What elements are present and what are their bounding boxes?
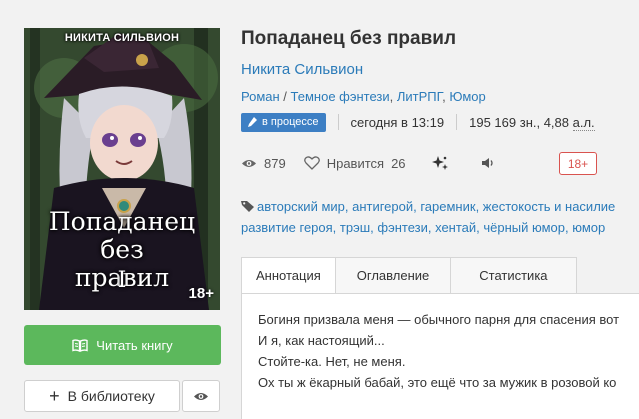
- tag-line-1[interactable]: авторский мир, антигерой, гаремник, жест…: [241, 196, 639, 217]
- plus-icon: +: [49, 386, 60, 406]
- annotation-text: Богиня призвала меня — обычного парня дл…: [258, 309, 639, 393]
- views-count: 879: [264, 155, 286, 171]
- updated-time: сегодня в 13:19: [350, 114, 445, 130]
- sparkle-icon: [431, 156, 448, 170]
- tags-text-1[interactable]: авторский мир, антигерой, гаремник, жест…: [257, 199, 615, 214]
- annotation-line: Стойте-ка. Нет, не меня.: [258, 354, 406, 369]
- cover-title-line1: Попаданец без: [48, 207, 196, 264]
- read-book-button[interactable]: Читать книгу: [24, 325, 221, 365]
- like-button[interactable]: Нравится 26: [303, 155, 406, 171]
- book-open-icon: [72, 338, 88, 352]
- status-badge: в процессе: [241, 112, 326, 132]
- tag-line-2[interactable]: развитие героя, трэш, фэнтези, хентай, ч…: [241, 217, 639, 238]
- tab-contents[interactable]: Оглавление: [335, 257, 452, 294]
- genre-link[interactable]: Роман: [241, 89, 280, 104]
- annotation-line: Богиня призвала меня — обычного парня дл…: [258, 312, 620, 327]
- age-rating-badge: 18+: [559, 152, 597, 175]
- watch-button[interactable]: [182, 380, 220, 412]
- speaker-icon: [481, 158, 493, 168]
- award-button[interactable]: [431, 155, 448, 171]
- likes-label: Нравится: [326, 155, 385, 171]
- pencil-icon: [248, 116, 257, 127]
- book-cover[interactable]: НИКИТА СИЛЬВИОН Попаданец без правил I 1…: [24, 28, 220, 310]
- genre-link[interactable]: Юмор: [449, 89, 485, 104]
- cover-age-rating: 18+: [188, 285, 214, 302]
- add-to-library-button[interactable]: + В библиотеку: [24, 380, 180, 412]
- status-badge-label: в процессе: [262, 116, 319, 128]
- status-row: в процессе сегодня в 13:19 195 169 зн., …: [241, 112, 595, 132]
- genre-link[interactable]: Темное фэнтези: [291, 89, 390, 104]
- genre-link[interactable]: ЛитРПГ: [397, 89, 442, 104]
- genre-list: Роман / Темное фэнтези, ЛитРПГ, Юмор: [241, 89, 486, 104]
- book-page: НИКИТА СИЛЬВИОН Попаданец без правил I 1…: [0, 0, 639, 419]
- tab-annotation[interactable]: Аннотация: [241, 257, 336, 294]
- genre-separator: /: [279, 89, 291, 104]
- annotation-line: И я, как настоящий...: [258, 333, 385, 348]
- eye-icon: [242, 159, 256, 167]
- book-size: 195 169 зн., 4,88 а.л.: [469, 114, 595, 131]
- audio-button[interactable]: [481, 157, 496, 169]
- read-book-label: Читать книгу: [96, 337, 173, 353]
- book-size-value: 195 169 зн., 4,88: [469, 114, 573, 130]
- tag-list: авторский мир, антигерой, гаремник, жест…: [241, 196, 639, 238]
- divider: [456, 114, 458, 130]
- add-to-library-label: В библиотеку: [67, 388, 155, 404]
- tags-icon: [241, 201, 254, 212]
- divider: [337, 114, 339, 130]
- stats-row: 879 Нравится 26: [241, 153, 496, 173]
- book-title: Попаданец без правил: [241, 28, 457, 49]
- annotation-line: Ох ты ж ёкарный бабай, это ещё что за му…: [258, 375, 617, 390]
- book-tabs: Аннотация Оглавление Статистика: [241, 257, 577, 294]
- author-sheets-unit[interactable]: а.л.: [572, 114, 595, 131]
- cover-author: НИКИТА СИЛЬВИОН: [64, 32, 180, 44]
- tab-statistics[interactable]: Статистика: [451, 257, 577, 294]
- eye-icon: [194, 392, 208, 400]
- heart-icon: [303, 156, 320, 170]
- book-author-link[interactable]: Никита Сильвион: [241, 61, 363, 78]
- views-stat: 879: [241, 156, 286, 171]
- likes-count: 26: [391, 155, 406, 171]
